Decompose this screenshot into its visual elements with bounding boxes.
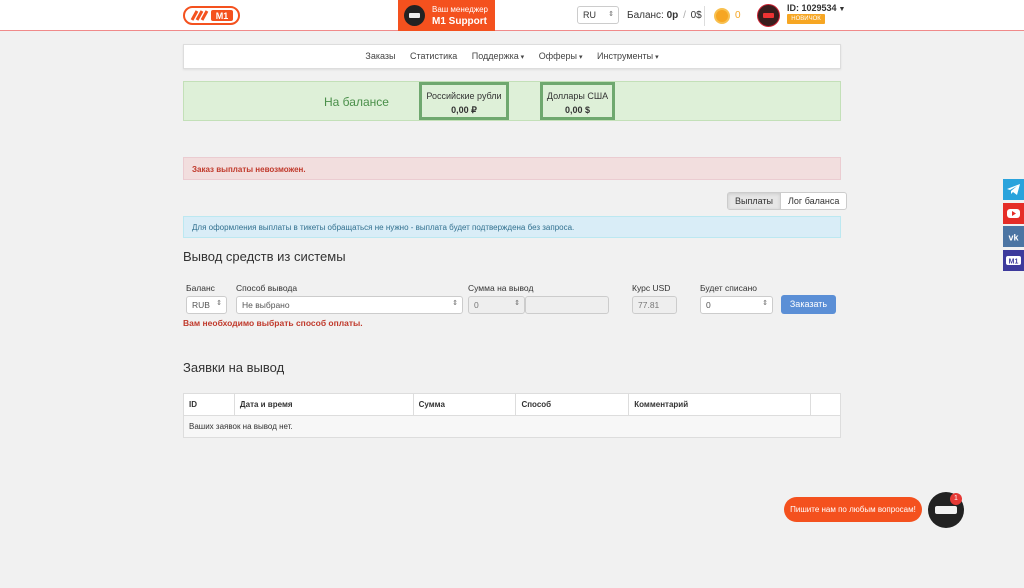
balance-currency-value: RUB	[192, 300, 210, 310]
top-bar: M1 Ваш менеджер M1 Support RU ⇕ Баланс: …	[0, 0, 1024, 31]
youtube-icon[interactable]	[1003, 203, 1024, 224]
payout-error-alert: Заказ выплаты невозможен.	[183, 157, 841, 180]
column-header: Сумма	[412, 393, 517, 416]
telegram-icon[interactable]	[1003, 179, 1024, 200]
svg-text:M1: M1	[1009, 259, 1019, 266]
nav-statistics[interactable]: Статистика	[410, 51, 457, 61]
divider	[704, 6, 705, 26]
balance-usd-box: Доллары США 0,00 $	[540, 82, 615, 120]
chevron-down-icon: ▼	[838, 6, 846, 13]
column-header: ID	[183, 393, 235, 416]
select-arrows-icon: ⇕	[608, 11, 614, 18]
column-header: Дата и время	[233, 393, 414, 416]
nav-support[interactable]: Поддержка	[472, 51, 524, 61]
order-button[interactable]: Заказать	[781, 295, 836, 314]
withdraw-title: Вывод средств из системы	[183, 249, 346, 264]
user-id: ID: 1029534	[787, 3, 837, 13]
view-toggle: Выплаты Лог баланса	[727, 192, 848, 210]
rate-input: 77.81	[632, 296, 677, 314]
language-value: RU	[583, 10, 596, 20]
rate-field-label: Курс USD	[632, 283, 671, 293]
chat-unread-badge: 1	[950, 493, 962, 505]
chat-prompt[interactable]: Пишите нам по любым вопросам!	[784, 497, 922, 522]
user-menu[interactable]: ID: 1029534 ▼	[787, 3, 845, 13]
usd-balance-value: 0,00 $	[564, 105, 591, 115]
rub-currency-label: Российские рубли	[426, 91, 502, 101]
manager-label: Ваш менеджер	[432, 5, 488, 14]
svg-text:vk: vk	[1008, 233, 1019, 243]
balance-separator: /	[683, 10, 686, 21]
amount-field-label: Сумма на вывод	[468, 283, 534, 293]
method-value: Не выбрано	[242, 300, 290, 310]
nav-orders[interactable]: Заказы	[365, 51, 395, 61]
stepper-icon[interactable]: ⇕	[762, 299, 768, 307]
rate-value: 77.81	[638, 300, 660, 310]
language-select[interactable]: RU ⇕	[577, 6, 619, 24]
manager-name: M1 Support	[432, 16, 487, 27]
empty-message: Ваших заявок на вывод нет.	[183, 415, 841, 438]
select-arrows-icon: ⇕	[452, 300, 458, 307]
balance-currency-select[interactable]: RUB ⇕	[186, 296, 227, 314]
user-level-badge: НОВИЧОК	[787, 14, 825, 24]
m1-icon[interactable]: M1	[1003, 250, 1024, 271]
requests-table: ID Дата и время Сумма Способ Комментарий…	[183, 393, 841, 438]
vk-icon[interactable]: vk	[1003, 226, 1024, 247]
debit-value: 0	[706, 300, 711, 310]
debit-input[interactable]: 0 ⇕	[700, 296, 773, 314]
tab-payouts[interactable]: Выплаты	[728, 193, 781, 209]
balance-rub: 0р	[666, 10, 679, 21]
column-header: Комментарий	[628, 393, 811, 416]
balance-label: Баланс:	[627, 10, 664, 21]
debit-field-label: Будет списано	[700, 283, 758, 293]
manager-widget[interactable]: Ваш менеджер M1 Support	[398, 0, 495, 31]
amount-value: 0	[474, 300, 479, 310]
coins-count: 0	[735, 10, 741, 21]
usd-currency-label: Доллары США	[546, 91, 609, 101]
user-avatar[interactable]	[757, 4, 780, 27]
rub-balance-value: 0,00 ₽	[451, 105, 477, 115]
table-header-row: ID Дата и время Сумма Способ Комментарий	[183, 393, 841, 416]
column-header: Способ	[515, 393, 630, 416]
method-error-text: Вам необходимо выбрать способ оплаты.	[183, 318, 363, 328]
stepper-icon[interactable]: ⇕	[514, 299, 520, 307]
m1-logo[interactable]: M1	[183, 6, 240, 25]
info-alert: Для оформления выплаты в тикеты обращать…	[183, 216, 841, 238]
balance-panel-title: На балансе	[324, 95, 389, 109]
manager-avatar	[404, 5, 425, 26]
amount-converted-input	[525, 296, 609, 314]
method-select[interactable]: Не выбрано ⇕	[236, 296, 463, 314]
balance-field-label: Баланс	[186, 283, 215, 293]
balance-usd: 0$	[690, 10, 702, 21]
table-row: Ваших заявок на вывод нет.	[183, 415, 841, 438]
column-header	[810, 393, 841, 416]
coin-icon	[714, 8, 730, 24]
select-arrows-icon: ⇕	[216, 300, 222, 307]
balance-panel: На балансе Российские рубли 0,00 ₽ Долла…	[183, 81, 841, 121]
balance-rub-box: Российские рубли 0,00 ₽	[419, 82, 509, 120]
nav-tools[interactable]: Инструменты	[597, 51, 659, 61]
nav-offers[interactable]: Офферы	[539, 51, 583, 61]
requests-title: Заявки на вывод	[183, 360, 285, 375]
amount-input[interactable]: 0 ⇕	[468, 296, 525, 314]
svg-text:M1: M1	[216, 11, 229, 21]
header-balance: Баланс: 0р / 0$	[627, 10, 702, 21]
tab-balance-log[interactable]: Лог баланса	[781, 193, 846, 209]
method-field-label: Способ вывода	[236, 283, 298, 293]
main-nav: Заказы Статистика Поддержка Офферы Инстр…	[183, 44, 841, 69]
